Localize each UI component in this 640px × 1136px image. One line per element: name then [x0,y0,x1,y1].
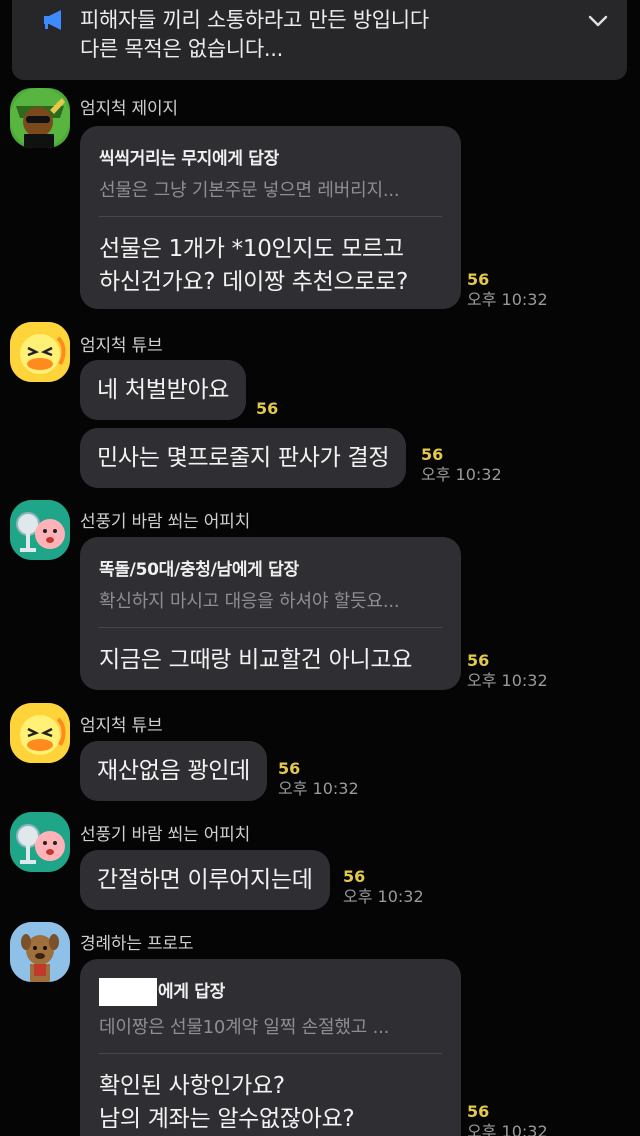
unread-count: 56 [467,270,490,289]
timestamp: 오후 10:32 [467,1122,548,1136]
megaphone-icon [44,10,61,30]
reply-divider [99,627,442,628]
apeach-fan-avatar[interactable] [10,500,70,560]
apeach-fan-icon [10,812,70,872]
reply-target: 에게 답장 [99,977,442,1006]
reply-target: 씩씩거리는 무지에게 답장 [99,149,279,169]
jay-g-avatar[interactable] [10,88,70,148]
tube-avatar[interactable] [10,703,70,763]
frodo-avatar[interactable] [10,922,70,982]
message-bubble[interactable]: 네 처벌받아요 [80,360,247,420]
tube-duck-icon [10,322,70,382]
sender-name: 엄지척 튜브 [80,336,163,356]
apeach-fan-icon [10,500,70,560]
message-meta: 56 [256,399,278,419]
message-meta: 56 오후 10:32 [421,445,502,485]
tube-duck-icon [10,703,70,763]
timestamp: 오후 10:32 [343,887,424,906]
reply-target: 똑돌/50대/충청/남에게 답장 [99,560,299,580]
sender-name: 선풍기 바람 쐬는 어피치 [80,512,251,532]
reply-bubble[interactable]: 에게 답장 데이짱은 선물10계약 일찍 손절했고 ... 확인된 사항인가요?… [80,959,461,1136]
notice-text: 피해자들 끼리 소통하라고 만든 방입니다 다른 목적은 없습니다... [80,8,429,61]
timestamp: 오후 10:32 [467,290,548,309]
unread-count: 56 [467,651,490,670]
message-meta: 56 오후 10:32 [278,759,359,799]
reply-preview: 데이짱은 선물10계약 일찍 손절했고 ... [99,1017,390,1038]
tube-avatar[interactable] [10,322,70,382]
unread-count: 56 [343,867,366,886]
reply-preview: 확신하지 마시고 대응을 하셔야 할듯요... [99,591,400,612]
reply-bubble[interactable]: 씩씩거리는 무지에게 답장 선물은 그냥 기본주문 넣으면 레버리지... 선물… [80,126,461,309]
unread-count: 56 [256,399,279,418]
reply-divider [99,1053,442,1054]
timestamp: 오후 10:32 [421,465,502,484]
reply-bubble[interactable]: 똑돌/50대/충청/남에게 답장 확신하지 마시고 대응을 하셔야 할듯요...… [80,537,461,690]
reply-target-suffix: 에게 답장 [158,982,225,1002]
message-bubble[interactable]: 간절하면 이루어지는데 [80,850,330,910]
timestamp: 오후 10:32 [278,779,359,798]
reply-divider [99,216,442,217]
message-meta: 56 오후 10:32 [467,1102,548,1136]
message-bubble[interactable]: 재산없음 꽝인데 [80,741,268,801]
message-text: 확인된 사항인가요? 남의 계좌는 알수없잖아요? [99,1073,355,1132]
message-text: 지금은 그때랑 비교할건 아니고요 [99,647,413,673]
apeach-fan-avatar[interactable] [10,812,70,872]
message-text: 선물은 1개가 *10인지도 모르고 하신건가요? 데이짱 추천으로로? [99,236,409,295]
reply-preview: 선물은 그냥 기본주문 넣으면 레버리지... [99,180,400,201]
sender-name: 경례하는 프로도 [80,934,194,954]
unread-count: 56 [467,1102,490,1121]
message-meta: 56 오후 10:32 [467,270,548,310]
message-meta: 56 오후 10:32 [343,867,424,907]
message-meta: 56 오후 10:32 [467,651,548,691]
unread-count: 56 [278,759,301,778]
unread-count: 56 [421,445,444,464]
sender-name: 엄지척 튜브 [80,716,163,736]
redacted-box [99,978,157,1006]
jay-g-figure-icon [10,88,70,148]
frodo-dog-icon [10,922,70,982]
timestamp: 오후 10:32 [467,671,548,690]
sender-name: 선풍기 바람 쐬는 어피치 [80,825,251,845]
chevron-down-icon[interactable] [587,10,609,32]
notice-banner[interactable]: 피해자들 끼리 소통하라고 만든 방입니다 다른 목적은 없습니다... [12,0,627,80]
sender-name: 엄지척 제이지 [80,99,178,119]
message-bubble[interactable]: 민사는 몇프로줄지 판사가 결정 [80,428,407,488]
